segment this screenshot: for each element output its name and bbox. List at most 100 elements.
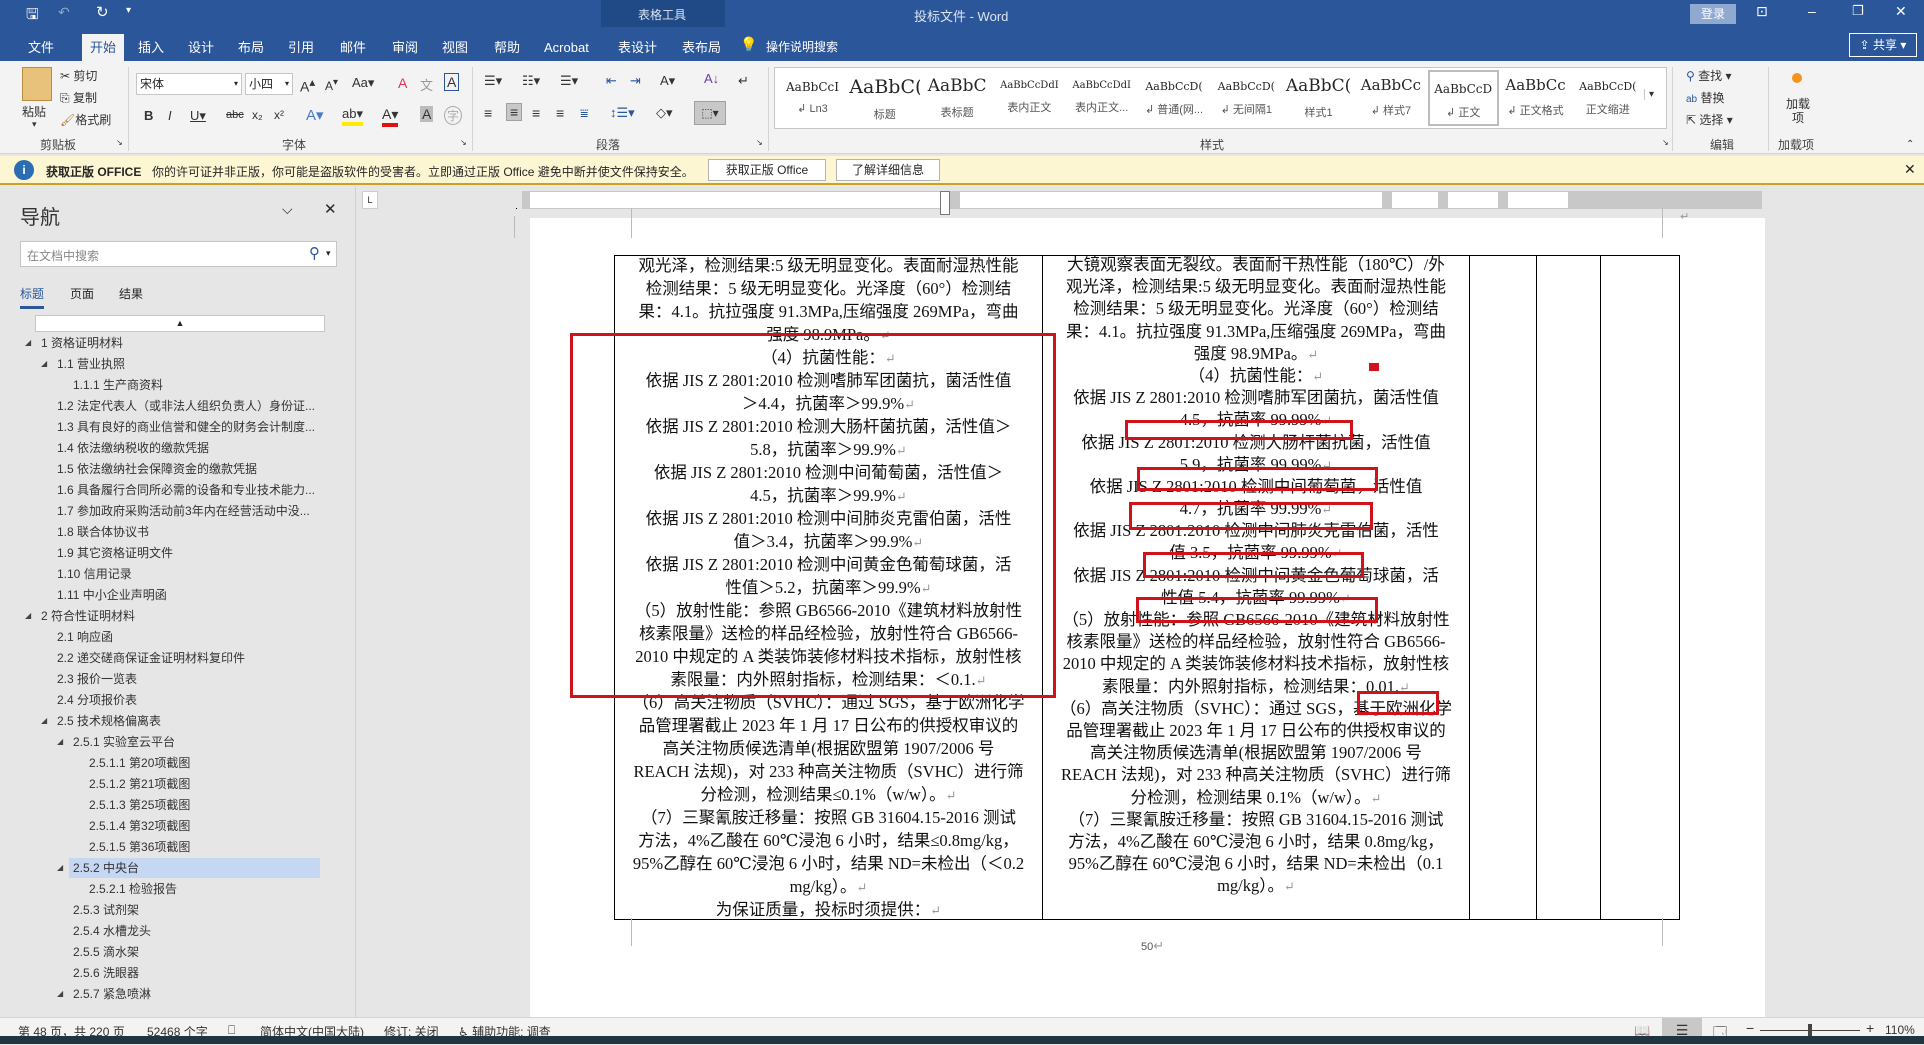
character-border-icon[interactable]: A: [444, 73, 460, 91]
indent-marker[interactable]: [940, 191, 950, 215]
superscript-icon[interactable]: x²: [274, 108, 284, 122]
nav-heading-item[interactable]: 1.5 依法缴纳社会保障资金的缴款凭据: [57, 459, 257, 479]
copy-button[interactable]: ⎘ 复制: [60, 89, 97, 106]
align-center-icon[interactable]: ≡: [506, 103, 523, 121]
search-dropdown-icon[interactable]: ▾: [326, 248, 331, 259]
nav-heading-item[interactable]: 2.5.1.1 第20项截图: [89, 753, 190, 773]
collapse-triangle-icon[interactable]: ◢: [41, 359, 47, 368]
tab-9[interactable]: 帮助: [486, 34, 528, 61]
nav-heading-item[interactable]: 2.4 分项报价表: [57, 690, 137, 710]
phonetic-guide-icon[interactable]: 文: [420, 75, 433, 94]
minimize-button[interactable]: –: [1808, 3, 1816, 19]
get-genuine-office-button[interactable]: 获取正版 Office: [708, 159, 826, 181]
multilevel-list-icon[interactable]: ☰▾: [560, 73, 578, 89]
scroll-to-top-button[interactable]: ▲: [35, 315, 325, 332]
styles-more-icon[interactable]: ▾: [1644, 89, 1654, 100]
tab-5[interactable]: 引用: [280, 34, 322, 61]
tab-8[interactable]: 视图: [434, 34, 476, 61]
nav-heading-item[interactable]: 2.5.4 水槽龙头: [73, 921, 151, 941]
show-formatting-marks-icon[interactable]: ↵: [738, 73, 749, 89]
close-button[interactable]: ✕: [1895, 3, 1907, 20]
nav-heading-item[interactable]: 1.7 参加政府采购活动前3年内在经营活动中没...: [57, 501, 310, 521]
justify-icon[interactable]: ≡: [556, 105, 564, 121]
grow-font-icon[interactable]: A▴: [300, 75, 315, 95]
style-item[interactable]: AaBbCcD(↲ 普通(网...: [1139, 70, 1210, 126]
login-button[interactable]: 登录: [1690, 4, 1736, 24]
tell-me-search[interactable]: 操作说明搜索: [766, 38, 838, 55]
zoom-in-button[interactable]: +: [1866, 1020, 1874, 1036]
nav-close-icon[interactable]: ✕: [324, 200, 337, 218]
style-item[interactable]: AaBbC 表标题: [922, 70, 993, 126]
nav-heading-item[interactable]: 2.1 响应函: [57, 627, 113, 647]
shrink-font-icon[interactable]: A▾: [325, 77, 338, 93]
nav-options-chevron-icon[interactable]: ⌵: [282, 201, 293, 218]
style-item[interactable]: AaBbCcDdI 表内正文...: [1066, 70, 1137, 126]
zoom-level[interactable]: 110%: [1885, 1023, 1915, 1037]
tab-1[interactable]: 开始: [82, 34, 125, 61]
tab-12[interactable]: 表布局: [674, 34, 729, 61]
paste-dropdown-icon[interactable]: ▾: [32, 119, 37, 130]
nav-heading-item[interactable]: 2.5.1.3 第25项截图: [89, 795, 190, 815]
nav-heading-item[interactable]: 2.5.6 洗眼器: [73, 963, 139, 983]
redo-icon[interactable]: ↻: [96, 3, 109, 21]
tab-3[interactable]: 设计: [180, 34, 222, 61]
style-item[interactable]: AaBbC(样式1: [1283, 70, 1354, 126]
nav-tab-results[interactable]: 结果: [119, 285, 143, 302]
bullets-icon[interactable]: ☰▾: [484, 73, 502, 89]
style-item[interactable]: AaBbCcI ↲ Ln3: [777, 70, 848, 126]
shading-icon[interactable]: ◇▾: [656, 105, 673, 121]
font-size-select[interactable]: 小四 ▾: [245, 73, 293, 95]
collapse-triangle-icon[interactable]: ◢: [57, 989, 63, 998]
zoom-slider-thumb[interactable]: [1808, 1024, 1812, 1036]
collapse-triangle-icon[interactable]: ◢: [57, 737, 63, 746]
align-right-icon[interactable]: ≡: [532, 105, 540, 121]
select-button[interactable]: ⇱ 选择 ▾: [1686, 111, 1733, 128]
zoom-out-button[interactable]: −: [1746, 1020, 1754, 1036]
nav-heading-item[interactable]: 1.11 中小企业声明函: [57, 585, 167, 605]
font-name-select[interactable]: 宋体 ▾: [136, 73, 242, 95]
borders-icon[interactable]: ⬚▾: [694, 101, 726, 125]
line-spacing-icon[interactable]: ↕☰▾: [610, 105, 635, 121]
text-effects-icon[interactable]: A▾: [306, 106, 324, 124]
style-item[interactable]: AaBbC(标题: [849, 70, 920, 126]
save-icon[interactable]: 🖫: [26, 4, 39, 29]
nav-heading-item[interactable]: 1.6 具备履行合同所必需的设备和专业技术能力...: [57, 480, 315, 500]
style-item[interactable]: AaBbCcD ↲ 正文: [1427, 70, 1499, 126]
undo-icon[interactable]: ↶: [58, 4, 70, 21]
style-item[interactable]: AaBbCc ↲ 样式7: [1355, 70, 1426, 126]
strikethrough-icon[interactable]: abc: [226, 109, 244, 121]
styles-launcher-icon[interactable]: ↘: [1662, 138, 1669, 147]
collapse-triangle-icon[interactable]: ◢: [57, 863, 63, 872]
qat-customize-icon[interactable]: ▾: [126, 5, 131, 16]
tab-7[interactable]: 审阅: [384, 34, 426, 61]
italic-icon[interactable]: I: [168, 108, 172, 123]
collapse-triangle-icon[interactable]: ◢: [41, 716, 47, 725]
underline-icon[interactable]: U▾: [190, 108, 206, 124]
infobar-close-icon[interactable]: ✕: [1904, 161, 1916, 178]
tab-10[interactable]: Acrobat: [536, 34, 597, 61]
nav-heading-item[interactable]: 2.5.1.2 第21项截图: [89, 774, 190, 794]
nav-heading-item[interactable]: 1.1 营业执照: [57, 354, 125, 374]
text-direction-icon[interactable]: A▾: [660, 73, 675, 89]
style-item[interactable]: AaBbCcDdI 表内正文: [994, 70, 1065, 126]
nav-heading-item[interactable]: 1.4 依法缴纳税收的缴款凭据: [57, 438, 209, 458]
paragraph-launcher-icon[interactable]: ↘: [756, 138, 763, 147]
tab-4[interactable]: 布局: [230, 34, 272, 61]
restore-button[interactable]: ❐: [1852, 3, 1864, 19]
share-button[interactable]: ⇪ 共享 ▾: [1849, 33, 1917, 57]
character-shading-icon[interactable]: A: [420, 106, 434, 122]
replace-button[interactable]: ab 替换: [1686, 89, 1724, 106]
sort-icon[interactable]: A↓: [704, 71, 719, 86]
nav-heading-item[interactable]: 2.2 递交磋商保证金证明材料复印件: [57, 648, 245, 668]
ribbon-display-options-icon[interactable]: ⊡: [1756, 3, 1768, 20]
nav-heading-item[interactable]: 2.5.3 试剂架: [73, 900, 139, 920]
nav-heading-item[interactable]: 1.1.1 生产商资料: [73, 375, 163, 395]
collapse-triangle-icon[interactable]: ◢: [25, 338, 31, 347]
style-item[interactable]: AaBbCc ↲ 正文格式: [1500, 70, 1571, 126]
nav-heading-item[interactable]: 1.2 法定代表人（或非法人组织负责人）身份证...: [57, 396, 315, 416]
nav-heading-item[interactable]: 1.8 联合体协议书: [57, 522, 149, 542]
font-color-icon[interactable]: A▾: [382, 106, 399, 127]
tab-selector-button[interactable]: L: [362, 191, 378, 209]
collapse-ribbon-icon[interactable]: ⌃: [1906, 139, 1914, 150]
learn-more-button[interactable]: 了解详细信息: [836, 159, 940, 181]
